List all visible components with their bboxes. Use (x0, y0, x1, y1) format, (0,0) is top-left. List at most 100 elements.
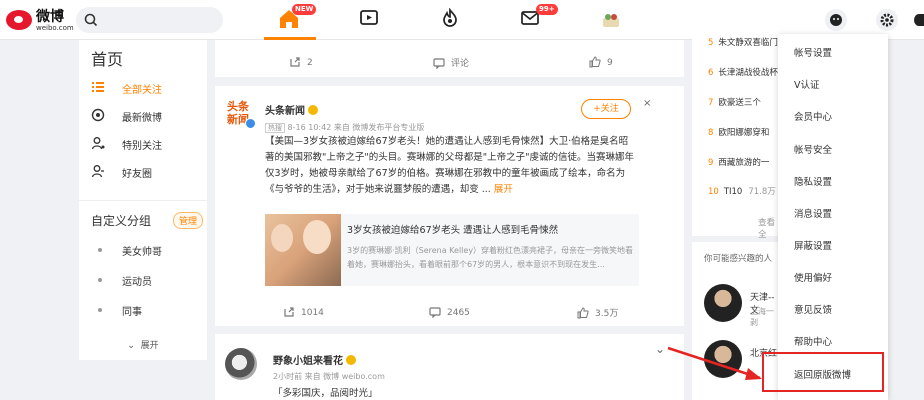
rank-number: 8 (708, 128, 714, 138)
repost-count: 1014 (301, 308, 324, 318)
left-sidebar: 首页 全部关注 最新微博 特别关注 好友圈 自定义分组 管理 美女帅哥 运动员 … (79, 40, 207, 360)
hot-list-item[interactable]: 7 欧豪送三个 (708, 96, 761, 108)
hot-title: TI10 (723, 187, 743, 197)
repost-icon (284, 307, 294, 317)
sidebar-item-label: 全部关注 (122, 85, 162, 96)
hot-title: 欧豪送三个 (718, 98, 761, 108)
sidebar-item-friends[interactable]: 好友圈 (79, 158, 207, 186)
sidebar-group-beauty[interactable]: 美女帅哥 (79, 236, 207, 264)
menu-item-member-center[interactable]: 会员中心 (794, 109, 832, 123)
chevron-down-icon: ⌄ (127, 341, 135, 351)
compose-icon[interactable] (914, 14, 924, 26)
game-nav-button[interactable] (600, 8, 624, 32)
video-nav-button[interactable] (359, 8, 383, 32)
list-icon (92, 82, 104, 92)
repost-icon (290, 57, 300, 67)
comment-label: 评论 (451, 59, 470, 69)
post-author[interactable]: 野象小姐来看花 (273, 352, 356, 367)
sidebar-item-label: 同事 (122, 307, 142, 318)
like-button[interactable]: 9 (589, 56, 613, 68)
post-body: 「多彩国庆，品阅时光」 (273, 388, 378, 399)
sidebar-item-label: 美女帅哥 (122, 247, 162, 258)
post-body: 【美国—3岁女孩被迫嫁给67岁老头！她的遭遇让人感到毛骨悚然】大卫·伯格是臭名昭… (265, 136, 634, 195)
menu-item-message-settings[interactable]: 消息设置 (794, 206, 832, 220)
gold-medal-icon (308, 105, 318, 115)
author-name: 野象小姐来看花 (273, 356, 343, 367)
post-timestamp-source: 8-16 10:42 来自 微博发布平台专业版 (287, 123, 425, 132)
menu-item-account-security[interactable]: 帐号安全 (794, 142, 832, 156)
gold-medal-icon (346, 355, 356, 365)
link-title: 3岁女孩被迫嫁给67岁老头 遭遇让人感到毛骨悚然 (347, 225, 559, 236)
menu-item-account-settings[interactable]: 帐号设置 (794, 45, 832, 59)
repost-button[interactable]: 2 (289, 56, 313, 68)
avatar[interactable] (704, 284, 742, 322)
home-nav-button[interactable]: NEW (278, 4, 317, 32)
sidebar-item-label: 最新微博 (122, 113, 162, 124)
settings-button[interactable] (876, 9, 898, 31)
post-timestamp-source: 2小时前 来自 微博 weibo.com (273, 372, 385, 381)
sidebar-item-latest[interactable]: 最新微博 (79, 102, 207, 130)
hot-list-item[interactable]: 5 朱文静双喜临门 (708, 36, 778, 48)
post-author[interactable]: 头条新闻 (265, 102, 318, 117)
previous-post-card: 2 评论 9 (215, 40, 684, 77)
rank-number: 10 (708, 187, 719, 197)
messages-nav-button[interactable]: 99+ (520, 4, 558, 32)
follow-button[interactable]: +关注 (581, 99, 631, 119)
repost-button[interactable]: 1014 (283, 306, 324, 318)
friends-icon (91, 165, 104, 178)
gear-icon (880, 13, 894, 27)
hot-search-panel: 5 朱文静双喜临门 6 长津湖战役战杯 7 欧豪送三个 8 欧阳娜娜穿和 9 西藏旅游的一… (692, 26, 780, 240)
link-preview-card[interactable]: 3岁女孩被迫嫁给67岁老头 遭遇让人感到毛骨悚然 3岁的赛琳娜·凯利（Seren… (265, 214, 639, 286)
avatar[interactable] (825, 9, 847, 31)
manage-groups-button[interactable]: 管理 (173, 212, 204, 229)
search-input[interactable] (76, 7, 223, 33)
hot-title: 朱文静双喜临门 (718, 38, 778, 48)
avatar[interactable]: 头条新闻 (227, 100, 256, 129)
view-all-link[interactable]: 查看全 (758, 216, 780, 240)
menu-item-privacy[interactable]: 隐私设置 (794, 174, 832, 188)
sidebar-group-athletes[interactable]: 运动员 (79, 266, 207, 294)
comment-button[interactable]: 2465 (429, 306, 470, 319)
rank-number: 5 (708, 38, 714, 48)
hot-list-item[interactable]: 6 长津湖战役战杯 (708, 66, 778, 78)
hot-list-item[interactable]: 8 欧阳娜娜穿和 (708, 126, 769, 138)
chevron-down-icon[interactable]: ⌄ (655, 342, 665, 356)
verified-badge-icon (245, 118, 256, 129)
sidebar-item-label: 好友圈 (122, 169, 152, 180)
repost-count: 2 (307, 58, 313, 68)
hot-value: 71.8万 (748, 187, 776, 197)
menu-item-block-settings[interactable]: 屏蔽设置 (794, 238, 832, 252)
bullet-dot (98, 248, 102, 252)
annotation-highlight-box (762, 352, 884, 392)
like-count: 3.5万 (595, 309, 619, 319)
sidebar-item-label: 特别关注 (122, 141, 162, 152)
avatar[interactable] (225, 348, 257, 380)
rank-number: 6 (708, 68, 714, 78)
thumbnail-face (271, 224, 293, 252)
menu-item-help-center[interactable]: 帮助中心 (794, 334, 832, 348)
expand-link[interactable]: 展开 (494, 184, 513, 195)
comment-icon (433, 58, 445, 70)
weibo-logo[interactable]: 微博 weibo.com (6, 6, 74, 34)
post-actions: 2 评论 9 (215, 48, 675, 78)
menu-item-feedback[interactable]: 意见反馈 (794, 302, 832, 316)
flame-icon (443, 7, 457, 27)
hot-list-item[interactable]: 9 西藏旅游的一 (708, 156, 769, 168)
like-button[interactable]: 3.5万 (577, 306, 618, 319)
avatar[interactable] (704, 340, 742, 378)
new-badge: NEW (292, 4, 317, 15)
expand-groups-button[interactable]: ⌄ 展开 (79, 338, 207, 351)
comment-button[interactable]: 评论 (433, 56, 470, 70)
sidebar-item-special[interactable]: 特别关注 (79, 130, 207, 158)
hot-title: 欧阳娜娜穿和 (718, 128, 770, 138)
recommend-title: 你可能感兴趣的人 (704, 254, 773, 264)
hot-list-item[interactable]: 10 TI10 71.8万 (708, 185, 776, 197)
hot-nav-button[interactable] (440, 7, 464, 32)
menu-item-v-verify[interactable]: V认证 (794, 77, 820, 91)
sidebar-group-colleagues[interactable]: 同事 (79, 296, 207, 324)
sidebar-divider (79, 200, 207, 201)
close-icon[interactable]: × (643, 98, 651, 109)
menu-item-preferences[interactable]: 使用偏好 (794, 270, 832, 284)
video-icon (360, 10, 378, 25)
sidebar-item-all-following[interactable]: 全部关注 (79, 74, 207, 102)
